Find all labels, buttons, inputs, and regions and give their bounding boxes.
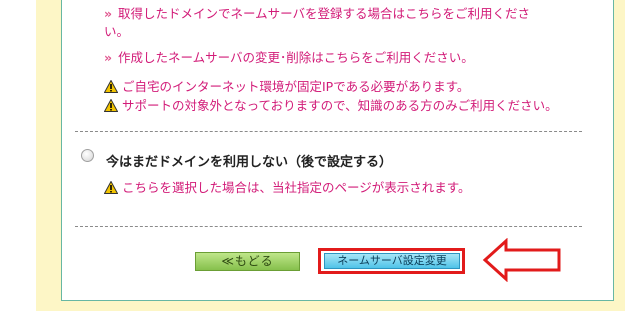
divider [75, 131, 582, 132]
warning-icon [104, 80, 118, 93]
back-button[interactable]: ≪もどる [195, 252, 300, 271]
warning-icon [104, 99, 118, 112]
later-option-label[interactable]: 今はまだドメインを利用しない（後で設定する） [106, 151, 392, 170]
bullet-icon: » [104, 6, 113, 21]
register-nameserver-link-cont[interactable]: い。 [104, 23, 129, 41]
warning-fixed-ip: ご自宅のインターネット環境が固定IPである必要があります。 [104, 78, 469, 96]
bullet-icon: » [104, 50, 113, 65]
warning-icon [104, 181, 118, 194]
warning-support: サポートの対象外となっておりますので、知識のある方のみご利用ください。 [104, 97, 558, 115]
left-arrow-icon [482, 238, 561, 282]
divider [75, 226, 582, 227]
change-delete-nameserver-link[interactable]: » 作成したネームサーバの変更･削除はこちらをご利用ください。 [104, 49, 474, 67]
nameserver-change-button[interactable]: ネームサーバ設定変更 [324, 253, 460, 269]
later-option-note: こちらを選択した場合は、当社指定のページが表示されます。 [104, 179, 471, 197]
register-nameserver-link[interactable]: » 取得したドメインでネームサーバを登録する場合はこちらをご利用くださ [104, 5, 530, 23]
later-option-radio[interactable] [81, 149, 94, 162]
